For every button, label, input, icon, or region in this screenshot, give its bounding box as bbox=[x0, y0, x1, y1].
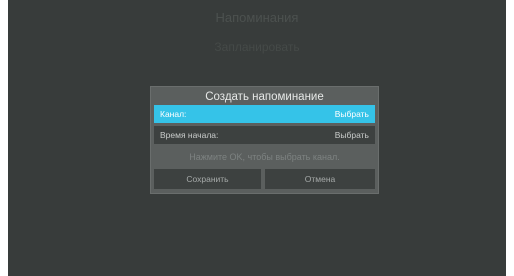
save-button[interactable]: Сохранить bbox=[154, 169, 261, 189]
channel-select-value: Выбрать bbox=[334, 109, 369, 119]
create-reminder-dialog: Создать напоминание Канал: Выбрать Время… bbox=[150, 86, 379, 194]
background-menu-item: Запланировать bbox=[214, 40, 300, 54]
hint-text: Нажмите OK, чтобы выбрать канал. bbox=[189, 152, 340, 162]
start-time-select-value: Выбрать bbox=[334, 130, 369, 140]
start-time-label: Время начала: bbox=[160, 130, 219, 140]
channel-label: Канал: bbox=[160, 109, 187, 119]
background-page-title: Напоминания bbox=[215, 10, 299, 25]
start-time-row[interactable]: Время начала: Выбрать bbox=[154, 126, 375, 144]
cancel-button[interactable]: Отмена bbox=[265, 169, 375, 189]
dialog-title: Создать напоминание bbox=[205, 91, 324, 103]
channel-row[interactable]: Канал: Выбрать bbox=[154, 105, 375, 123]
tv-screen: Напоминания Запланировать Создать напоми… bbox=[8, 0, 506, 276]
